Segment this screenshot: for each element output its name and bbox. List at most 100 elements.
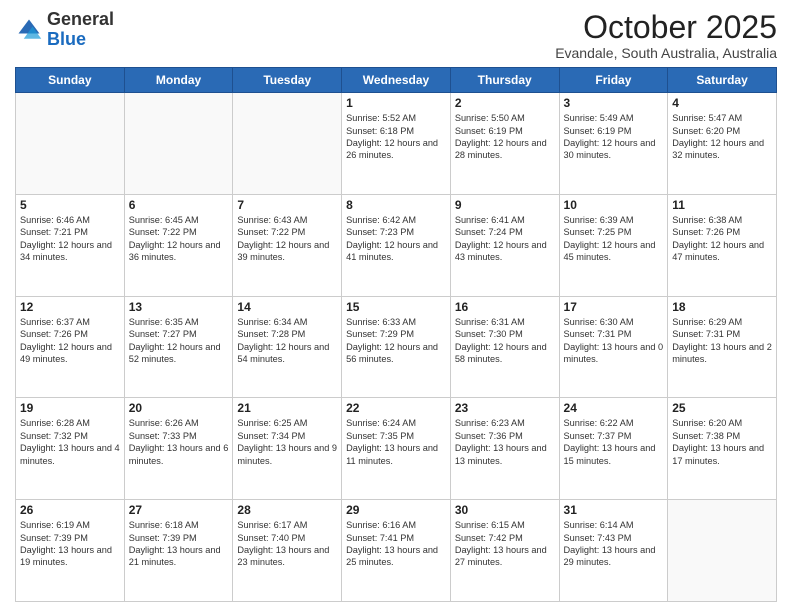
day-number: 24: [564, 401, 664, 415]
table-row: 7 Sunrise: 6:43 AM Sunset: 7:22 PM Daylig…: [233, 194, 342, 296]
day-info: Sunrise: 6:29 AM Sunset: 7:31 PM Dayligh…: [672, 316, 772, 366]
table-row: [233, 93, 342, 195]
table-row: 10 Sunrise: 6:39 AM Sunset: 7:25 PM Dayli…: [559, 194, 668, 296]
table-row: 23 Sunrise: 6:23 AM Sunset: 7:36 PM Dayli…: [450, 398, 559, 500]
day-info: Sunrise: 6:35 AM Sunset: 7:27 PM Dayligh…: [129, 316, 229, 366]
calendar-week-row: 1Sunrise: 5:52 AM Sunset: 6:18 PM Daylig…: [16, 93, 777, 195]
weekday-saturday: Saturday: [668, 68, 777, 93]
day-number: 7: [237, 198, 337, 212]
calendar-week-row: 12 Sunrise: 6:37 AM Sunset: 7:26 PM Dayli…: [16, 296, 777, 398]
table-row: 29Sunrise: 6:16 AM Sunset: 7:41 PM Dayli…: [342, 500, 451, 602]
day-number: 14: [237, 300, 337, 314]
header: General Blue October 2025 Evandale, Sout…: [15, 10, 777, 61]
day-number: 18: [672, 300, 772, 314]
table-row: 5 Sunrise: 6:46 AM Sunset: 7:21 PM Daylig…: [16, 194, 125, 296]
table-row: 11 Sunrise: 6:38 AM Sunset: 7:26 PM Dayli…: [668, 194, 777, 296]
day-info: Sunrise: 6:30 AM Sunset: 7:31 PM Dayligh…: [564, 316, 664, 366]
day-info: Sunrise: 6:14 AM Sunset: 7:43 PM Dayligh…: [564, 519, 664, 569]
day-info: Sunrise: 6:28 AM Sunset: 7:32 PM Dayligh…: [20, 417, 120, 467]
table-row: 13 Sunrise: 6:35 AM Sunset: 7:27 PM Dayli…: [124, 296, 233, 398]
day-info: Sunrise: 6:38 AM Sunset: 7:26 PM Dayligh…: [672, 214, 772, 264]
day-info: Sunrise: 6:34 AM Sunset: 7:28 PM Dayligh…: [237, 316, 337, 366]
day-number: 21: [237, 401, 337, 415]
table-row: 27 Sunrise: 6:18 AM Sunset: 7:39 PM Dayli…: [124, 500, 233, 602]
day-info: Sunrise: 6:31 AM Sunset: 7:30 PM Dayligh…: [455, 316, 555, 366]
weekday-wednesday: Wednesday: [342, 68, 451, 93]
day-number: 30: [455, 503, 555, 517]
day-number: 17: [564, 300, 664, 314]
table-row: 3Sunrise: 5:49 AM Sunset: 6:19 PM Daylig…: [559, 93, 668, 195]
day-info: Sunrise: 6:39 AM Sunset: 7:25 PM Dayligh…: [564, 214, 664, 264]
day-number: 5: [20, 198, 120, 212]
table-row: 25Sunrise: 6:20 AM Sunset: 7:38 PM Dayli…: [668, 398, 777, 500]
table-row: 24 Sunrise: 6:22 AM Sunset: 7:37 PM Dayli…: [559, 398, 668, 500]
day-info: Sunrise: 6:24 AM Sunset: 7:35 PM Dayligh…: [346, 417, 446, 467]
day-info: Sunrise: 5:50 AM Sunset: 6:19 PM Dayligh…: [455, 112, 555, 162]
table-row: 28 Sunrise: 6:17 AM Sunset: 7:40 PM Dayli…: [233, 500, 342, 602]
calendar-table: Sunday Monday Tuesday Wednesday Thursday…: [15, 67, 777, 602]
day-number: 15: [346, 300, 446, 314]
day-number: 12: [20, 300, 120, 314]
table-row: 22Sunrise: 6:24 AM Sunset: 7:35 PM Dayli…: [342, 398, 451, 500]
weekday-friday: Friday: [559, 68, 668, 93]
table-row: 6Sunrise: 6:45 AM Sunset: 7:22 PM Daylig…: [124, 194, 233, 296]
calendar-week-row: 5 Sunrise: 6:46 AM Sunset: 7:21 PM Daylig…: [16, 194, 777, 296]
table-row: [124, 93, 233, 195]
month-title: October 2025: [555, 10, 777, 45]
location-subtitle: Evandale, South Australia, Australia: [555, 45, 777, 61]
day-number: 29: [346, 503, 446, 517]
table-row: 2 Sunrise: 5:50 AM Sunset: 6:19 PM Daylig…: [450, 93, 559, 195]
weekday-thursday: Thursday: [450, 68, 559, 93]
day-number: 27: [129, 503, 229, 517]
day-info: Sunrise: 6:43 AM Sunset: 7:22 PM Dayligh…: [237, 214, 337, 264]
day-info: Sunrise: 6:17 AM Sunset: 7:40 PM Dayligh…: [237, 519, 337, 569]
day-info: Sunrise: 6:33 AM Sunset: 7:29 PM Dayligh…: [346, 316, 446, 366]
day-number: 26: [20, 503, 120, 517]
logo-icon: [15, 16, 43, 44]
table-row: 1Sunrise: 5:52 AM Sunset: 6:18 PM Daylig…: [342, 93, 451, 195]
weekday-monday: Monday: [124, 68, 233, 93]
day-number: 2: [455, 96, 555, 110]
day-info: Sunrise: 6:23 AM Sunset: 7:36 PM Dayligh…: [455, 417, 555, 467]
table-row: 15 Sunrise: 6:33 AM Sunset: 7:29 PM Dayli…: [342, 296, 451, 398]
day-number: 23: [455, 401, 555, 415]
day-number: 20: [129, 401, 229, 415]
day-info: Sunrise: 6:20 AM Sunset: 7:38 PM Dayligh…: [672, 417, 772, 467]
table-row: [668, 500, 777, 602]
day-info: Sunrise: 6:15 AM Sunset: 7:42 PM Dayligh…: [455, 519, 555, 569]
table-row: 17 Sunrise: 6:30 AM Sunset: 7:31 PM Dayli…: [559, 296, 668, 398]
table-row: 12 Sunrise: 6:37 AM Sunset: 7:26 PM Dayli…: [16, 296, 125, 398]
logo-general-text: General: [47, 9, 114, 29]
table-row: 18 Sunrise: 6:29 AM Sunset: 7:31 PM Dayli…: [668, 296, 777, 398]
table-row: [16, 93, 125, 195]
table-row: 4Sunrise: 5:47 AM Sunset: 6:20 PM Daylig…: [668, 93, 777, 195]
day-number: 16: [455, 300, 555, 314]
weekday-header-row: Sunday Monday Tuesday Wednesday Thursday…: [16, 68, 777, 93]
day-info: Sunrise: 6:45 AM Sunset: 7:22 PM Dayligh…: [129, 214, 229, 264]
page: General Blue October 2025 Evandale, Sout…: [0, 0, 792, 612]
day-info: Sunrise: 6:22 AM Sunset: 7:37 PM Dayligh…: [564, 417, 664, 467]
day-info: Sunrise: 6:26 AM Sunset: 7:33 PM Dayligh…: [129, 417, 229, 467]
day-number: 31: [564, 503, 664, 517]
table-row: 19 Sunrise: 6:28 AM Sunset: 7:32 PM Dayli…: [16, 398, 125, 500]
day-number: 19: [20, 401, 120, 415]
table-row: 30 Sunrise: 6:15 AM Sunset: 7:42 PM Dayli…: [450, 500, 559, 602]
calendar-week-row: 19 Sunrise: 6:28 AM Sunset: 7:32 PM Dayli…: [16, 398, 777, 500]
day-number: 28: [237, 503, 337, 517]
table-row: 9Sunrise: 6:41 AM Sunset: 7:24 PM Daylig…: [450, 194, 559, 296]
weekday-tuesday: Tuesday: [233, 68, 342, 93]
day-info: Sunrise: 5:49 AM Sunset: 6:19 PM Dayligh…: [564, 112, 664, 162]
day-number: 10: [564, 198, 664, 212]
day-info: Sunrise: 6:46 AM Sunset: 7:21 PM Dayligh…: [20, 214, 120, 264]
day-info: Sunrise: 6:19 AM Sunset: 7:39 PM Dayligh…: [20, 519, 120, 569]
table-row: 20 Sunrise: 6:26 AM Sunset: 7:33 PM Dayli…: [124, 398, 233, 500]
day-number: 11: [672, 198, 772, 212]
day-info: Sunrise: 6:42 AM Sunset: 7:23 PM Dayligh…: [346, 214, 446, 264]
table-row: 14 Sunrise: 6:34 AM Sunset: 7:28 PM Dayli…: [233, 296, 342, 398]
table-row: 26 Sunrise: 6:19 AM Sunset: 7:39 PM Dayli…: [16, 500, 125, 602]
logo: General Blue: [15, 10, 114, 50]
day-number: 13: [129, 300, 229, 314]
weekday-sunday: Sunday: [16, 68, 125, 93]
day-info: Sunrise: 6:37 AM Sunset: 7:26 PM Dayligh…: [20, 316, 120, 366]
day-info: Sunrise: 6:18 AM Sunset: 7:39 PM Dayligh…: [129, 519, 229, 569]
